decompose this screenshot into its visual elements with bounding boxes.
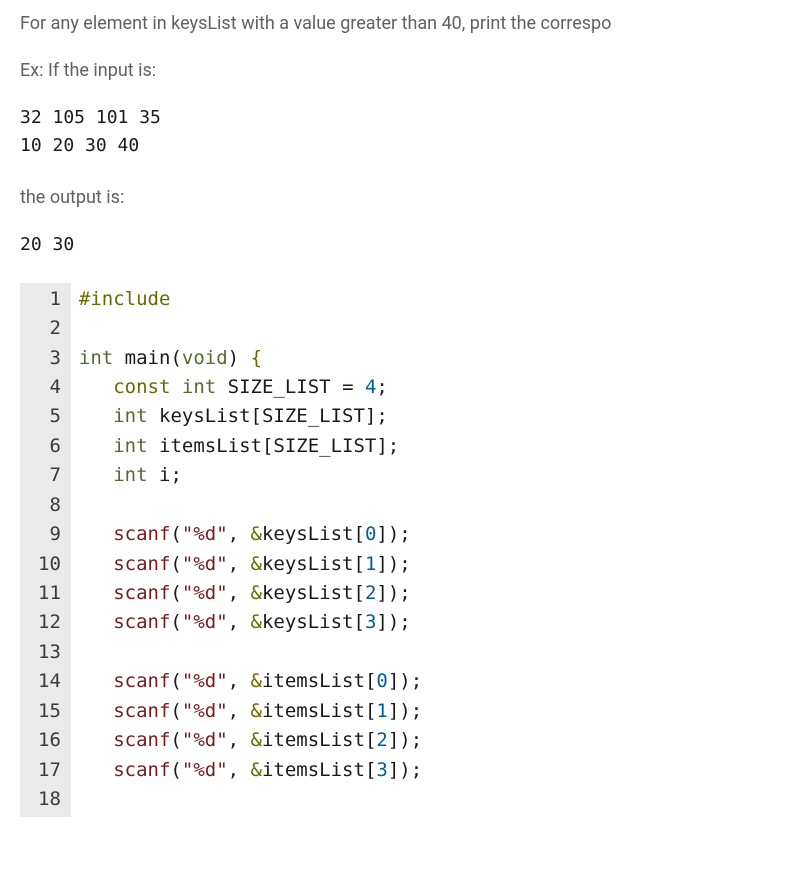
example-intro: Ex: If the input is: [20,57,796,84]
code-editor: 1 2 3 4 5 6 7 8 9 10 11 12 13 14 15 16 1… [20,283,796,817]
problem-statement: For any element in keysList with a value… [20,10,796,37]
code-content: #include int main(void) { const int SIZE… [71,283,422,817]
line-gutter: 1 2 3 4 5 6 7 8 9 10 11 12 13 14 15 16 1… [20,283,71,817]
output-intro: the output is: [20,184,796,211]
example-output: 20 30 [20,231,796,259]
example-input: 32 105 101 35 10 20 30 40 [20,104,796,160]
